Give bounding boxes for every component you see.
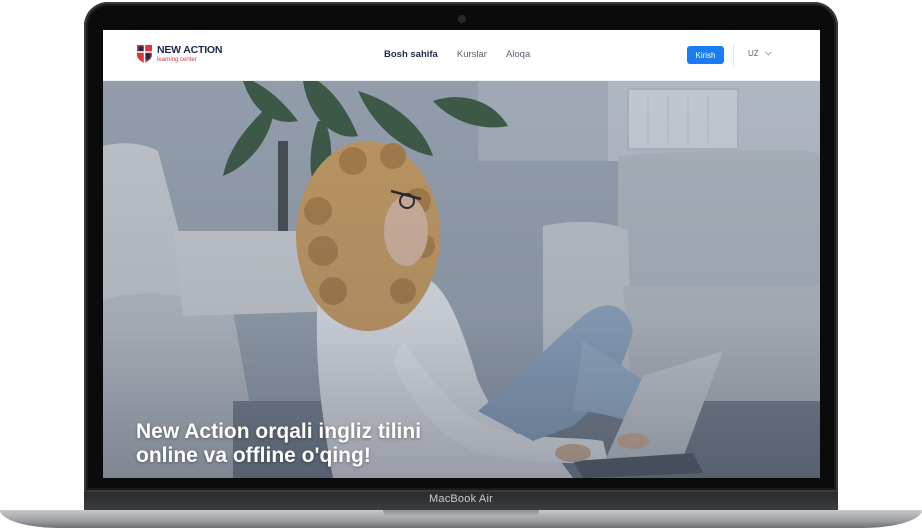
- language-select[interactable]: UZ: [748, 49, 772, 58]
- hero-section: New Action orqali ingliz tilini online v…: [103, 81, 820, 478]
- device-label: MacBook Air: [429, 493, 493, 505]
- hero-headline-line-1: New Action orqali ingliz tilini: [136, 420, 422, 443]
- logo-subtitle: learning center: [157, 56, 197, 63]
- main-nav: Bosh sahifa Kurslar Aloqa: [384, 49, 530, 60]
- hero-overlay: [103, 81, 820, 478]
- chevron-down-icon: [764, 51, 772, 56]
- camera-icon: [459, 16, 465, 22]
- logo-title: NEW ACTION: [157, 44, 223, 57]
- nav-link-courses[interactable]: Kurslar: [457, 49, 487, 60]
- shield-logo-icon: [137, 45, 152, 63]
- hero-headline-line-2: online va offline o'qing!: [136, 444, 371, 467]
- nav-link-home[interactable]: Bosh sahifa: [384, 49, 438, 60]
- laptop-chin: MacBook Air: [84, 492, 838, 510]
- navbar: NEW ACTION learning center Bosh sahifa K…: [103, 30, 820, 81]
- language-value: UZ: [748, 49, 759, 58]
- browser-screen: NEW ACTION learning center Bosh sahifa K…: [103, 30, 820, 478]
- logo[interactable]: NEW ACTION learning center: [136, 44, 222, 64]
- hero-headline: New Action orqali ingliz tilini online v…: [136, 420, 556, 468]
- laptop-notch: [383, 510, 539, 517]
- navbar-divider: [733, 44, 734, 66]
- login-button[interactable]: Kirish: [687, 46, 724, 64]
- laptop-base: MacBook Air: [0, 492, 922, 530]
- nav-link-contact[interactable]: Aloqa: [506, 49, 530, 60]
